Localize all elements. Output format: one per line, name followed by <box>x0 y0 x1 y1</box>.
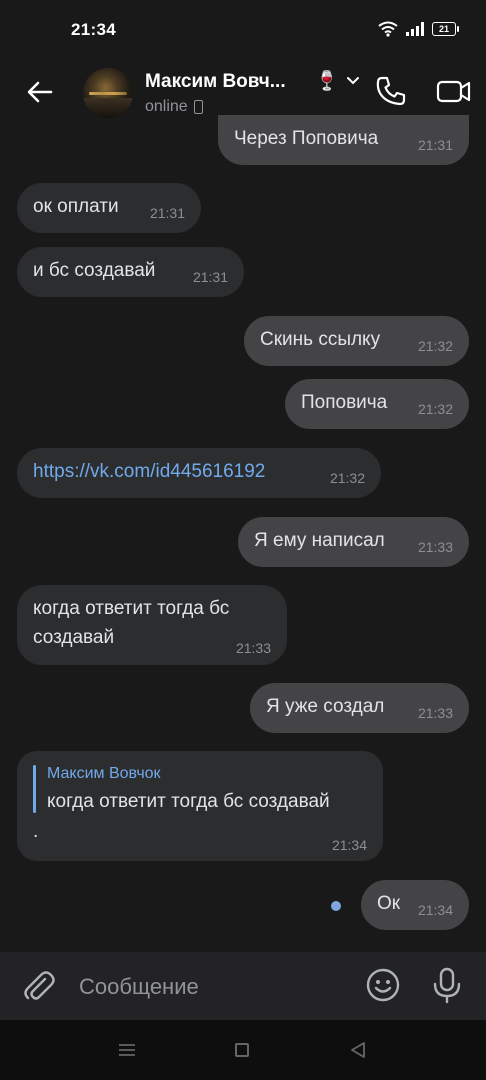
message-time: 21:33 <box>417 705 453 721</box>
wine-emoji: 🍷 <box>315 71 339 92</box>
message-incoming[interactable]: и бс создавай 21:31 <box>17 247 244 297</box>
chat-status: online <box>145 98 203 116</box>
message-time: 21:34 <box>417 902 453 918</box>
message-time: 21:31 <box>149 205 185 221</box>
video-camera-icon[interactable] <box>436 74 472 108</box>
avatar[interactable] <box>83 68 133 118</box>
message-incoming-reply[interactable]: Максим Вовчок когда ответит тогда бс соз… <box>17 751 383 861</box>
arrow-left-icon[interactable] <box>24 76 56 108</box>
message-outgoing[interactable]: Скинь ссылку 21:32 <box>244 316 469 366</box>
microphone-icon[interactable] <box>430 966 464 1004</box>
message-text: ок оплати <box>33 196 119 217</box>
unread-indicator <box>331 901 341 911</box>
message-outgoing[interactable]: Ок 21:34 <box>361 880 469 930</box>
message-incoming[interactable]: ок оплати 21:31 <box>17 183 201 233</box>
message-incoming[interactable]: когда ответит тогда бс создавай 21:33 <box>17 585 287 665</box>
message-incoming[interactable]: https://vk.com/id445616192 21:32 <box>17 448 381 498</box>
message-time: 21:33 <box>417 539 453 555</box>
message-input[interactable]: Сообщение <box>79 974 199 1000</box>
battery-icon: 21 <box>432 22 459 36</box>
message-text: Поповича <box>301 392 388 413</box>
smile-icon[interactable] <box>365 967 401 1003</box>
message-time: 21:32 <box>329 470 365 486</box>
message-link[interactable]: https://vk.com/id445616192 <box>33 461 265 483</box>
signal-icon <box>406 22 424 36</box>
message-outgoing[interactable]: Я уже создал 21:33 <box>250 683 469 733</box>
message-time: 21:33 <box>235 640 271 656</box>
message-time: 21:31 <box>417 137 453 153</box>
message-text: Я уже создал <box>266 696 385 717</box>
system-navigation-bar <box>0 1020 486 1080</box>
phone-icon[interactable] <box>374 74 408 108</box>
message-text: . <box>33 821 39 842</box>
message-outgoing[interactable]: Через Поповича 21:31 <box>218 115 469 165</box>
message-time: 21:32 <box>417 401 453 417</box>
avatar-photo <box>83 98 133 118</box>
message-time: 21:34 <box>331 837 367 853</box>
paperclip-icon[interactable] <box>20 968 56 1004</box>
home-button-icon[interactable] <box>235 1043 249 1057</box>
message-text: Скинь ссылку <box>260 329 381 350</box>
chevron-down-icon[interactable] <box>345 73 361 89</box>
mobile-device-icon <box>193 100 203 114</box>
reply-quote-bar <box>33 765 36 813</box>
message-text: Я ему написал <box>254 530 385 551</box>
reply-author[interactable]: Максим Вовчок <box>47 765 161 783</box>
wifi-icon <box>378 21 398 37</box>
message-text: Через Поповича <box>234 128 379 149</box>
chat-title[interactable]: Максим Вовч... <box>145 71 286 93</box>
status-bar: 21:34 21 <box>0 0 486 60</box>
status-time: 21:34 <box>71 20 116 39</box>
message-outgoing[interactable]: Поповича 21:32 <box>285 379 469 429</box>
message-time: 21:31 <box>192 269 228 285</box>
message-outgoing[interactable]: Я ему написал 21:33 <box>238 517 469 567</box>
message-time: 21:32 <box>417 338 453 354</box>
composer: Сообщение <box>0 952 486 1020</box>
status-icons: 21 <box>378 21 459 37</box>
message-text: Ок <box>377 893 401 914</box>
online-status: online <box>145 98 188 115</box>
message-text: и бс создавай <box>33 260 156 281</box>
back-triangle-icon[interactable] <box>349 1041 367 1059</box>
recent-apps-icon[interactable] <box>118 1043 136 1057</box>
reply-quote-text: когда ответит тогда бс создавай <box>47 791 330 812</box>
